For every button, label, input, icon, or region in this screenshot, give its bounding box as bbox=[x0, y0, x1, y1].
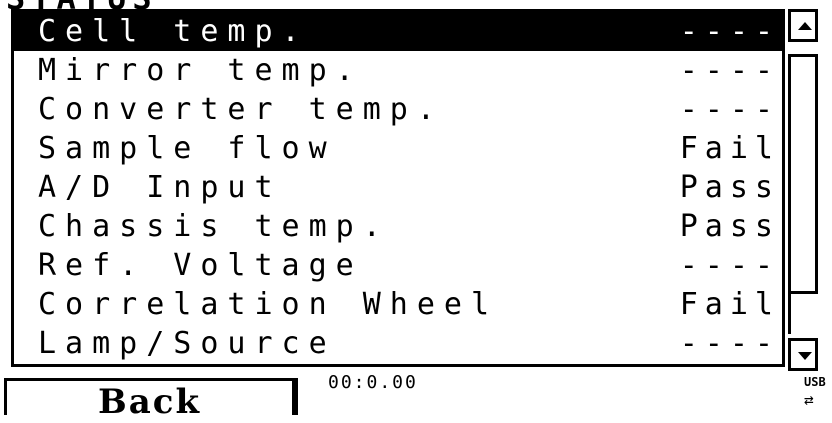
item-value: ---- bbox=[679, 14, 780, 49]
item-value: Fail bbox=[679, 287, 780, 322]
list-item[interactable]: A/D Input Pass bbox=[14, 168, 782, 207]
item-value: ---- bbox=[679, 92, 780, 127]
list-item[interactable]: Sample flow Fail bbox=[14, 129, 782, 168]
triangle-down-icon bbox=[798, 352, 812, 360]
scrollbar-track[interactable] bbox=[788, 292, 818, 334]
item-label: Sample flow bbox=[38, 131, 336, 166]
list-item[interactable]: Ref. Voltage ---- bbox=[14, 246, 782, 285]
list-item[interactable]: Chassis temp. Pass bbox=[14, 207, 782, 246]
item-label: Ref. Voltage bbox=[38, 248, 363, 283]
item-value: ---- bbox=[679, 248, 780, 283]
item-value: ---- bbox=[679, 53, 780, 88]
usb-arrows-icon: ⇄ bbox=[804, 390, 814, 409]
scroll-down-button[interactable] bbox=[788, 338, 818, 371]
list-item[interactable]: Converter temp. ---- bbox=[14, 90, 782, 129]
list-item[interactable]: Cell temp. ---- bbox=[14, 12, 782, 51]
item-label: Mirror temp. bbox=[38, 53, 363, 88]
item-value: ---- bbox=[679, 326, 780, 361]
time-readout: 00:0.00 bbox=[328, 372, 418, 393]
item-label: Lamp/Source bbox=[38, 326, 336, 361]
usb-label: USB bbox=[804, 375, 826, 389]
status-list: Cell temp. ---- Mirror temp. ---- Conver… bbox=[11, 9, 785, 367]
item-value: Pass bbox=[679, 209, 780, 244]
back-button[interactable]: Back bbox=[4, 378, 298, 422]
scrollbar-thumb[interactable] bbox=[788, 54, 818, 294]
list-item[interactable]: Mirror temp. ---- bbox=[14, 51, 782, 90]
list-item[interactable]: Correlation Wheel Fail bbox=[14, 285, 782, 324]
item-value: Pass bbox=[679, 170, 780, 205]
item-label: Converter temp. bbox=[38, 92, 444, 127]
item-label: Chassis temp. bbox=[38, 209, 390, 244]
item-value: Fail bbox=[679, 131, 780, 166]
scroll-up-button[interactable] bbox=[788, 9, 818, 42]
item-label: Cell temp. bbox=[38, 14, 309, 49]
item-label: A/D Input bbox=[38, 170, 282, 205]
item-label: Correlation Wheel bbox=[38, 287, 499, 322]
list-item[interactable]: Lamp/Source ---- bbox=[14, 324, 782, 363]
triangle-up-icon bbox=[798, 22, 812, 30]
